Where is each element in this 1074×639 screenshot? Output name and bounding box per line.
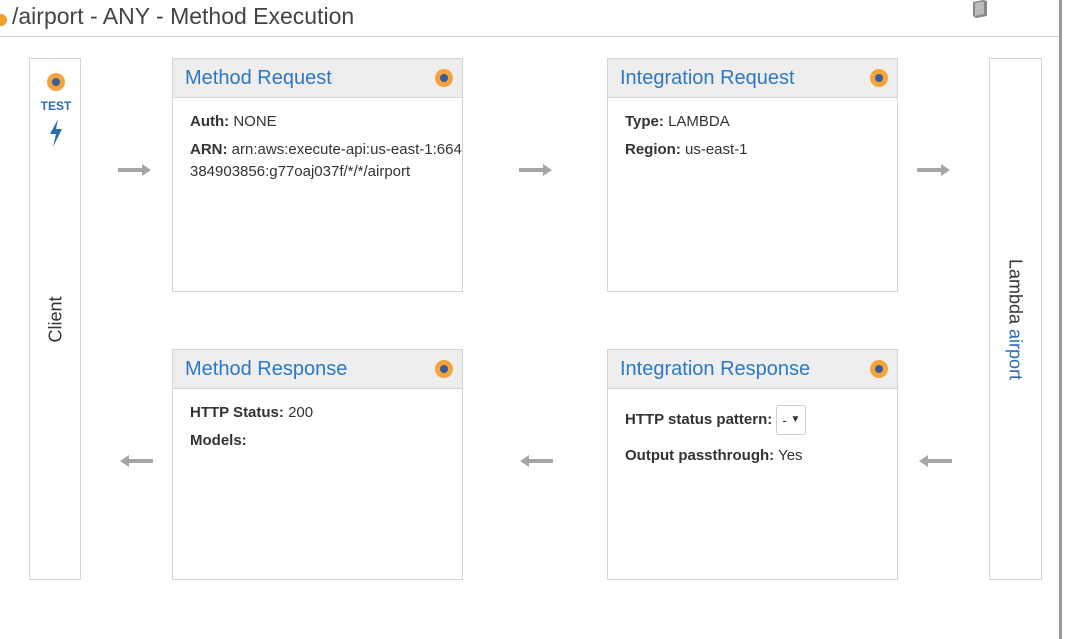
client-label: Client [45, 296, 66, 343]
method-response-panel: Method Response HTTP Status: 200 Models: [172, 349, 463, 580]
panel-header: Integration Request [608, 59, 897, 98]
method-response-link[interactable]: Method Response [185, 358, 347, 381]
lambda-column: Lambda airport [989, 58, 1042, 580]
caret-down-icon: ▼ [790, 414, 801, 425]
arn-label: ARN: [190, 140, 228, 158]
lightning-bolt-icon[interactable] [47, 119, 65, 147]
panel-header: Method Response [173, 350, 462, 389]
arrow-left-icon [919, 455, 952, 467]
region-label: Region: [625, 140, 681, 158]
lambda-prefix: Lambda [1005, 258, 1026, 324]
output-passthrough-label: Output passthrough: [625, 447, 775, 464]
integration-response-link[interactable]: Integration Response [620, 358, 810, 381]
status-dot-icon [435, 360, 453, 378]
test-button[interactable]: TEST [30, 99, 82, 113]
auth-value: NONE [233, 113, 277, 130]
status-dot-icon [870, 69, 888, 87]
type-value: LAMBDA [668, 113, 730, 130]
client-column: TEST Client [29, 58, 81, 580]
auth-label: Auth: [190, 113, 230, 130]
method-request-link[interactable]: Method Request [185, 67, 332, 90]
arrow-right-icon [917, 164, 950, 176]
status-dot-icon [435, 69, 453, 87]
scrollbar[interactable] [1059, 0, 1062, 639]
lambda-label: Lambda airport [1005, 235, 1026, 405]
status-pattern-select[interactable]: - ▼ [776, 405, 807, 435]
page-header: /airport - ANY - Method Execution [0, 0, 1060, 37]
arrow-right-icon [118, 164, 151, 176]
book-icon[interactable] [970, 0, 990, 18]
type-label: Type: [625, 113, 664, 130]
arn-value: arn:aws:execute-api:us-east-1:6643849038… [190, 140, 462, 180]
status-pattern-value: - [782, 412, 788, 428]
page-title: /airport - ANY - Method Execution [12, 3, 355, 29]
panel-header: Integration Response [608, 350, 897, 389]
http-status-label: HTTP Status: [190, 404, 284, 421]
status-pattern-label: HTTP status pattern: [625, 410, 773, 428]
arrow-left-icon [520, 455, 553, 467]
region-value: us-east-1 [685, 140, 748, 158]
lambda-function-link[interactable]: airport [1006, 329, 1026, 380]
integration-response-panel: Integration Response HTTP status pattern… [607, 349, 898, 580]
arrow-right-icon [519, 164, 552, 176]
status-dot-icon [0, 14, 7, 26]
output-passthrough-value: Yes [778, 447, 803, 464]
models-label: Models: [190, 431, 247, 449]
panel-header: Method Request [173, 59, 462, 98]
arrow-left-icon [120, 455, 153, 467]
status-dot-icon [47, 73, 65, 91]
integration-request-panel: Integration Request Type: LAMBDA Region:… [607, 58, 898, 292]
integration-request-link[interactable]: Integration Request [620, 67, 795, 90]
http-status-value: 200 [288, 404, 314, 421]
method-request-panel: Method Request Auth: NONE ARN: arn:aws:e… [172, 58, 463, 292]
status-dot-icon [870, 360, 888, 378]
